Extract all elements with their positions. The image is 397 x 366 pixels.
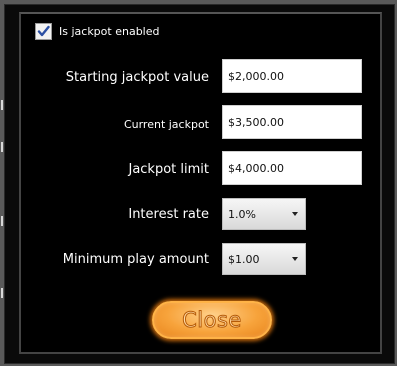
interest-rate-select[interactable]: 1.0% [222,198,306,230]
window-edge-marker [1,100,3,110]
starting-jackpot-label: Starting jackpot value [65,70,209,85]
jackpot-enabled-checkbox[interactable] [35,23,52,40]
chevron-down-icon [292,212,298,216]
jackpot-enabled-label: Is jackpot enabled [59,25,160,38]
close-button-label: Close [182,308,242,333]
window-edge-marker [1,216,3,226]
current-jackpot-label: Current jackpot [123,118,209,131]
checkmark-icon [37,25,50,37]
minimum-play-amount-label: Minimum play amount [62,252,209,267]
jackpot-enabled-row: Is jackpot enabled [35,23,159,40]
window-edge-marker [1,142,3,152]
jackpot-limit-label: Jackpot limit [128,162,209,177]
screenshot-frame: Is jackpot enabled Starting jackpot valu… [0,0,397,366]
close-button[interactable]: Close [152,301,272,339]
current-jackpot-input[interactable]: $3,500.00 [222,105,362,139]
jackpot-limit-input[interactable]: $4,000.00 [222,151,362,185]
window-edge-marker [1,288,3,298]
minimum-play-amount-select[interactable]: $1.00 [222,243,306,275]
minimum-play-amount-value: $1.00 [228,252,260,266]
chevron-down-icon [292,257,298,261]
starting-jackpot-input[interactable]: $2,000.00 [222,59,362,93]
interest-rate-label: Interest rate [128,207,209,222]
jackpot-settings-dialog: Is jackpot enabled Starting jackpot valu… [19,12,382,354]
interest-rate-value: 1.0% [228,207,256,221]
